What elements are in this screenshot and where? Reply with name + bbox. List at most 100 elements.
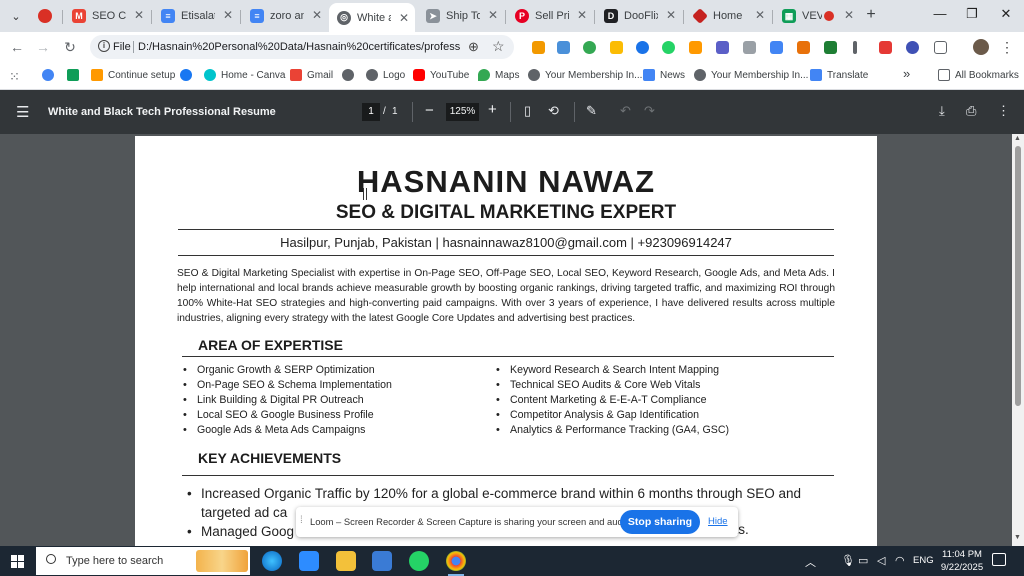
close-tab-icon[interactable]: ✕ <box>755 8 765 22</box>
tab-vevc[interactable]: ▦ VEVC ✕ <box>774 4 860 28</box>
wifi-icon[interactable]: ◠ <box>895 554 905 567</box>
bookmark-youtube[interactable]: YouTube <box>413 69 469 81</box>
close-tab-icon[interactable]: ✕ <box>312 8 322 22</box>
bookmark-item[interactable] <box>42 69 59 81</box>
extension-icon[interactable] <box>906 41 919 54</box>
bookmark-item[interactable] <box>67 69 84 81</box>
extensions-puzzle-icon[interactable] <box>934 41 947 54</box>
back-button[interactable]: ← <box>9 39 25 55</box>
bookmark-gmail[interactable]: Gmail <box>290 69 333 81</box>
bookmark-home-canva[interactable]: Home - Canva <box>204 69 285 81</box>
bookmark-logo[interactable]: Logo <box>366 69 405 81</box>
bookmark-continue-setup[interactable]: Continue setup <box>91 69 175 81</box>
extension-icon[interactable] <box>879 41 892 54</box>
zoom-app-icon[interactable] <box>299 551 319 571</box>
bookmark-translate[interactable]: Translate <box>810 69 868 81</box>
apps-grid-icon[interactable]: ⁙ <box>9 69 20 85</box>
extension-icon[interactable] <box>662 41 675 54</box>
close-tab-icon[interactable]: ✕ <box>223 8 233 22</box>
stop-sharing-button[interactable]: Stop sharing <box>620 510 700 534</box>
bookmarks-overflow-button[interactable]: » <box>903 66 910 81</box>
hide-link[interactable]: Hide <box>708 516 728 527</box>
scroll-up-icon[interactable]: ▲ <box>1014 135 1021 142</box>
extension-icon[interactable] <box>689 41 702 54</box>
tab-search-button[interactable]: ⌄ <box>6 6 26 26</box>
zoom-out-button[interactable]: − <box>425 102 434 119</box>
extension-icon[interactable] <box>557 41 570 54</box>
all-bookmarks-button[interactable]: All Bookmarks <box>938 69 1019 81</box>
zoom-icon[interactable]: ⊕ <box>468 39 479 55</box>
tab-recording[interactable] <box>30 4 58 28</box>
maximize-button[interactable]: ❐ <box>962 6 982 22</box>
show-hidden-icons[interactable]: ︿ <box>805 554 816 570</box>
close-tab-icon[interactable]: ✕ <box>577 8 587 22</box>
extension-icon[interactable] <box>853 41 857 54</box>
volume-icon[interactable]: ◁ <box>877 554 885 567</box>
annotate-icon[interactable]: ✎ <box>586 103 597 119</box>
bookmark-item[interactable] <box>180 69 197 81</box>
url-text[interactable]: D:/Hasnain%20Personal%20Data/Hasnain%20c… <box>138 41 460 53</box>
microphone-icon[interactable]: 🎙 <box>841 554 855 567</box>
close-tab-icon[interactable]: ✕ <box>488 8 498 22</box>
more-actions-icon[interactable]: ⋮ <box>997 103 1010 119</box>
notifications-icon[interactable] <box>992 553 1006 566</box>
tab-white-and-black-resume[interactable]: ◎ White a ✕ <box>329 3 415 32</box>
whatsapp-icon[interactable] <box>409 551 429 571</box>
bookmark-membership-1[interactable]: Your Membership In... <box>528 69 642 81</box>
minimize-button[interactable]: — <box>930 6 950 21</box>
extension-icon[interactable] <box>743 41 756 54</box>
tab-dooflix[interactable]: D DooFlix ✕ <box>596 4 682 28</box>
edge-icon[interactable] <box>262 551 282 571</box>
hamburger-menu-icon[interactable]: ☰ <box>16 103 29 121</box>
tab-ship-to[interactable]: ➤ Ship To ✕ <box>418 4 504 28</box>
extension-icon[interactable] <box>610 41 623 54</box>
print-icon[interactable]: ⎙ <box>966 103 976 119</box>
extension-icon[interactable] <box>636 41 649 54</box>
tab-zoro[interactable]: ≡ zoro an ✕ <box>242 4 328 28</box>
close-tab-icon[interactable]: ✕ <box>134 8 144 22</box>
taskbar-clock[interactable]: 11:04 PM 9/22/2025 <box>940 548 984 574</box>
vertical-scrollbar[interactable]: ▲ ▼ <box>1012 134 1024 546</box>
drag-handle-icon[interactable]: ⁞ <box>300 515 303 526</box>
close-tab-icon[interactable]: ✕ <box>844 8 854 22</box>
bookmark-maps[interactable]: Maps <box>478 69 519 81</box>
windows-start-icon[interactable] <box>11 555 24 568</box>
language-indicator[interactable]: ENG <box>913 555 934 566</box>
close-tab-icon[interactable]: ✕ <box>666 8 676 22</box>
extension-icon[interactable] <box>824 41 837 54</box>
reload-button[interactable]: ↻ <box>62 39 78 56</box>
redo-icon[interactable]: ↷ <box>644 103 655 119</box>
close-window-button[interactable]: ✕ <box>996 6 1016 22</box>
extension-icon[interactable] <box>770 41 783 54</box>
fit-to-page-icon[interactable]: ▯ <box>524 103 531 119</box>
close-tab-icon[interactable]: ✕ <box>399 11 409 25</box>
new-tab-button[interactable]: + <box>862 6 880 24</box>
bookmark-item[interactable] <box>342 69 359 81</box>
store-icon[interactable] <box>372 551 392 571</box>
tab-sell-prints[interactable]: P Sell Prin ✕ <box>507 4 593 28</box>
info-icon[interactable]: i <box>98 40 110 52</box>
zoom-level-input[interactable]: 125% <box>446 103 479 121</box>
extension-icon[interactable] <box>797 41 810 54</box>
profile-avatar[interactable] <box>973 39 989 55</box>
chrome-icon[interactable] <box>446 551 466 576</box>
tab-seo-cor[interactable]: M SEO Cor ✕ <box>64 4 150 28</box>
taskbar-search-box[interactable]: Type here to search <box>36 547 250 575</box>
pdf-document-area[interactable]: HASNANIN NAWAZ SEO & DIGITAL MARKETING E… <box>0 134 1012 546</box>
bookmark-star-icon[interactable]: ☆ <box>492 38 505 55</box>
extension-icon[interactable] <box>532 41 545 54</box>
tab-home[interactable]: Home ✕ <box>685 4 771 28</box>
forward-button[interactable]: → <box>35 39 51 55</box>
bookmark-membership-2[interactable]: Your Membership In... <box>694 69 808 81</box>
extension-icon[interactable] <box>583 41 596 54</box>
page-number-input[interactable]: 1 <box>362 103 380 121</box>
extension-icon[interactable] <box>716 41 729 54</box>
zoom-in-button[interactable]: + <box>488 101 497 118</box>
rotate-icon[interactable]: ⟲ <box>548 103 559 119</box>
file-explorer-icon[interactable] <box>336 551 356 571</box>
scroll-down-icon[interactable]: ▼ <box>1014 534 1021 541</box>
undo-icon[interactable]: ↶ <box>620 103 631 119</box>
download-icon[interactable]: ⤓ <box>939 103 945 119</box>
browser-menu-icon[interactable]: ⋮ <box>1000 39 1014 56</box>
scrollbar-thumb[interactable] <box>1015 146 1021 406</box>
